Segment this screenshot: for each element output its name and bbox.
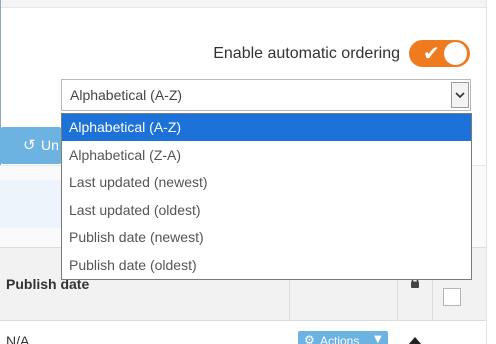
sort-option-alphabetical-az[interactable]: Alphabetical (A-Z)	[62, 114, 471, 141]
sort-option-publish-date-oldest[interactable]: Publish date (oldest)	[62, 252, 471, 279]
sort-order-select[interactable]: Alphabetical (A-Z)	[61, 79, 471, 111]
automatic-ordering-label: Enable automatic ordering	[213, 45, 400, 62]
sort-option-alphabetical-za[interactable]: Alphabetical (Z-A)	[62, 142, 471, 169]
caret-down-icon: ▼	[374, 334, 382, 344]
actions-button[interactable]: ⚙ Actions ▼	[298, 331, 388, 344]
publish-date-cell: N/A	[6, 333, 30, 344]
window-right-edge	[486, 0, 496, 344]
automatic-ordering-row: Enable automatic ordering ✔	[200, 40, 470, 68]
window-top-strip	[0, 0, 496, 8]
actions-button-label: Actions	[320, 334, 360, 344]
select-all-checkbox[interactable]	[443, 288, 461, 306]
chevron-down-icon[interactable]	[451, 82, 469, 108]
sort-order-dropdown: Alphabetical (A-Z) Alphabetical (Z-A) La…	[61, 113, 472, 280]
sort-order-selected-value: Alphabetical (A-Z)	[70, 87, 183, 103]
toggle-knob	[444, 42, 467, 65]
undo-button-label: Un	[41, 137, 59, 153]
automatic-ordering-toggle[interactable]: ✔	[409, 40, 470, 67]
undo-icon: ↺	[23, 136, 36, 154]
sort-option-publish-date-newest[interactable]: Publish date (newest)	[62, 224, 471, 251]
arrow-up-icon[interactable]	[408, 334, 422, 344]
sort-option-last-updated-newest[interactable]: Last updated (newest)	[62, 169, 471, 196]
sort-option-last-updated-oldest[interactable]: Last updated (oldest)	[62, 197, 471, 224]
filter-band-highlight	[0, 180, 62, 228]
check-icon: ✔	[423, 41, 440, 65]
undo-button[interactable]: ↺ Un	[0, 127, 62, 164]
gear-icon: ⚙	[304, 333, 315, 344]
